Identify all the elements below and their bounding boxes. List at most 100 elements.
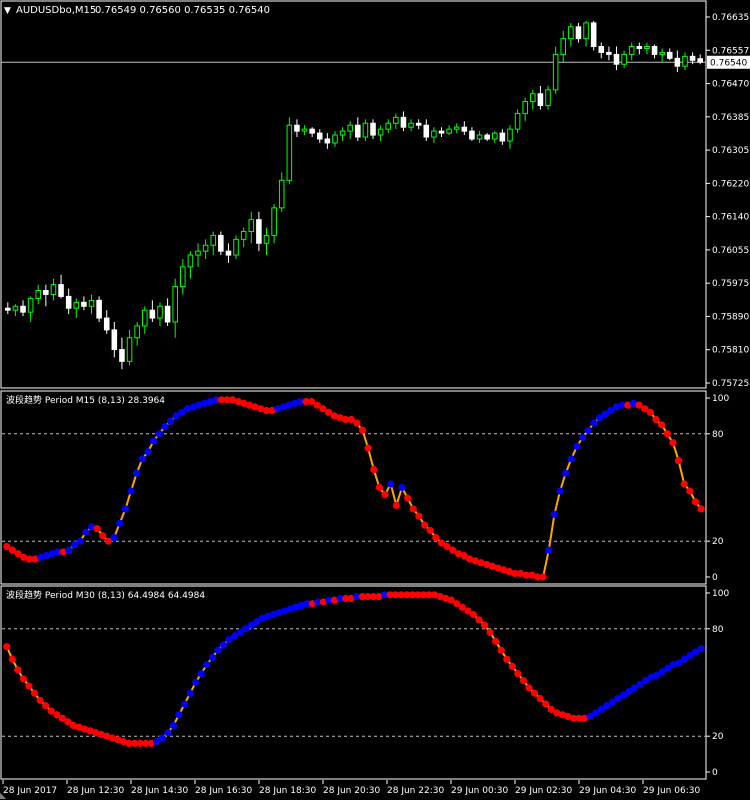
indicator-dot-rising xyxy=(138,455,146,463)
indicator-dot-rising xyxy=(387,480,395,488)
candle-body-bear xyxy=(537,93,544,107)
candle-body-bull xyxy=(385,122,392,130)
candle-body-bear xyxy=(119,349,125,362)
candle-body-bull xyxy=(286,124,293,181)
time-tick-label: 29 Jun 02:30 xyxy=(515,786,572,796)
candle-body-bull xyxy=(514,112,521,130)
candle-body-bear xyxy=(697,58,703,63)
candle-body-bear xyxy=(164,305,171,323)
candle-body-bull xyxy=(240,230,247,240)
candle-body-bull xyxy=(530,93,536,103)
candle-body-bear xyxy=(674,57,681,67)
indicator-dot-falling xyxy=(480,621,489,629)
price-tick-label: 0.76470 xyxy=(712,80,749,90)
candle-body-bear xyxy=(149,309,156,319)
indicator-dot-rising xyxy=(121,505,129,513)
indicator-dot-rising xyxy=(149,437,158,445)
candle-body-bear xyxy=(218,234,224,252)
candle-body-bull xyxy=(522,101,528,114)
indicator-dot-falling xyxy=(519,677,528,685)
indicator-dot-rising xyxy=(573,442,581,450)
candle-body-bull xyxy=(12,305,19,311)
indicator-dot-rising xyxy=(590,419,598,427)
candle-body-bull xyxy=(35,290,42,299)
indicator-dot-falling xyxy=(469,610,478,619)
indicator-dot-falling xyxy=(658,421,666,429)
indicator-dot-falling xyxy=(503,655,511,663)
indicator-dot-rising xyxy=(127,487,135,495)
indicator-dot-rising xyxy=(219,641,228,649)
candle-body-bull xyxy=(393,116,399,124)
indicator-tick-label: 100 xyxy=(712,589,729,599)
price-tick-label: 0.76055 xyxy=(712,246,749,256)
candle-body-bear xyxy=(225,250,232,256)
indicator-dot-rising xyxy=(697,644,705,653)
price-tick-label: 0.75810 xyxy=(712,346,749,356)
indicator-dot-falling xyxy=(353,419,361,427)
candle-body-bull xyxy=(491,132,498,140)
candle-body-bull xyxy=(73,301,80,309)
candle-body-bear xyxy=(415,122,422,126)
indicator-dot-falling xyxy=(3,643,11,651)
indicator-dot-rising xyxy=(562,469,570,477)
indicator-m15-title: 波段趋势 Period M15 (8,13) 28.3964 xyxy=(6,394,165,406)
indicator-dot-rising xyxy=(144,448,152,456)
indicator-panel-m30-frame xyxy=(0,585,707,780)
indicator-dot-falling xyxy=(542,700,550,708)
candle-body-bear xyxy=(423,124,430,138)
indicator-dot-falling xyxy=(42,702,50,710)
indicator-dot-falling xyxy=(358,426,367,434)
candle-body-bear xyxy=(689,55,696,61)
candle-body-bear xyxy=(606,51,612,55)
candle-body-bull xyxy=(233,238,239,256)
indicator-tick-label: 20 xyxy=(712,537,724,547)
indicator-dot-falling xyxy=(497,646,505,654)
indicator-dot-falling xyxy=(392,501,400,509)
time-axis: 28 Jun 2017 28 Jun 12:30 28 Jun 14:30 28 Ju… xyxy=(2,780,700,796)
indicator-dot-falling xyxy=(646,408,654,416)
time-tick-label: 29 Jun 04:30 xyxy=(579,786,636,796)
indicator-dot-falling xyxy=(539,573,547,581)
candle-body-bear xyxy=(20,305,26,313)
indicator-panel-m30[interactable]: 100 80 20 0 波段趋势 Period M30 (8,13) 64.4984 … xyxy=(0,585,729,780)
indicator-dot-rising xyxy=(556,487,564,495)
indicator-dot-falling xyxy=(674,457,683,465)
ohlc-values: 0.76549 0.76560 0.76535 0.76540 xyxy=(95,5,270,16)
candle-body-bear xyxy=(598,46,605,53)
candle-body-bear xyxy=(316,132,323,140)
indicator-dot-falling xyxy=(25,682,33,690)
indicator-panel-m15[interactable]: 100 80 20 0 波段趋势 Period M15 (8,13) 28.3964 xyxy=(0,390,729,585)
indicator-dot-falling xyxy=(93,525,101,533)
candle-body-bear xyxy=(461,126,468,132)
indicator-dot-falling xyxy=(19,675,28,683)
candle-body-bull xyxy=(271,207,277,236)
indicator-dot-falling xyxy=(415,512,423,520)
price-panel[interactable]: 0.76635 0.76557 0.76470 0.76385 0.76305 0.762… xyxy=(0,0,750,389)
indicator-tick-label: 0 xyxy=(712,768,718,778)
candle-body-bull xyxy=(552,53,559,91)
candle-body-bull xyxy=(202,244,209,252)
price-tick-label: 0.75975 xyxy=(712,279,749,289)
indicator-dot-rising xyxy=(584,426,592,434)
candle-body-bull xyxy=(431,130,437,138)
candle-body-bear xyxy=(5,307,11,311)
time-tick-label: 29 Jun 00:30 xyxy=(451,786,508,796)
indicator-dot-rising xyxy=(65,546,73,554)
time-tick-label: 28 Jun 20:30 xyxy=(323,786,380,796)
candle-body-bull xyxy=(27,297,34,313)
collapse-triangle-icon[interactable]: ▼ xyxy=(4,6,11,16)
indicator-dot-rising xyxy=(214,646,222,654)
candle-body-bull xyxy=(507,128,513,142)
candle-body-bull xyxy=(339,130,346,136)
candle-body-bull xyxy=(476,134,483,140)
symbol-title: AUDUSDbo,M15 xyxy=(16,5,96,16)
indicator-dot-falling xyxy=(426,526,434,535)
candle-body-bear xyxy=(499,132,506,142)
indicator-dot-rising xyxy=(110,534,118,542)
candle-body-bull xyxy=(408,122,414,128)
indicator-dot-falling xyxy=(525,684,533,692)
indicator-dot-rising xyxy=(197,669,205,678)
price-axis: 0.76635 0.76557 0.76470 0.76385 0.76305 0.762… xyxy=(706,13,749,389)
resize-corner-icon[interactable]: ◣ xyxy=(0,791,7,800)
candle-body-bear xyxy=(651,46,658,55)
